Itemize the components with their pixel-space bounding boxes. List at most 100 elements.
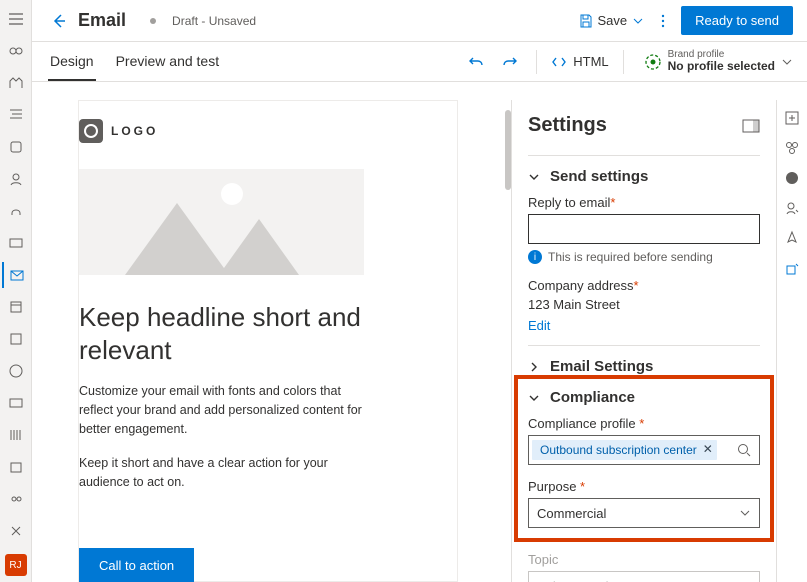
compliance-profile-lookup[interactable]: Outbound subscription center ✕ xyxy=(528,435,760,465)
ready-to-send-button[interactable]: Ready to send xyxy=(681,6,793,35)
personalize-icon[interactable] xyxy=(784,200,800,216)
info-icon: i xyxy=(528,250,542,264)
back-arrow-icon[interactable] xyxy=(50,12,68,30)
navigate-icon[interactable] xyxy=(784,230,800,246)
chevron-down-icon xyxy=(739,507,751,519)
section-header-compliance[interactable]: Compliance xyxy=(528,389,760,406)
tab-design[interactable]: Design xyxy=(48,43,96,81)
right-toolbar xyxy=(776,100,807,582)
settings-panel: Settings Send settings Reply to email* i… xyxy=(512,100,776,582)
html-label: HTML xyxy=(573,54,608,69)
reply-to-label: Reply to email* xyxy=(528,195,760,210)
settings-column: Settings Send settings Reply to email* i… xyxy=(511,100,807,582)
page-header: Email Draft - Unsaved Save Ready to send xyxy=(32,0,807,42)
email-canvas[interactable]: LOGO Keep headline short and relevant Cu… xyxy=(78,100,458,582)
rail-item-11[interactable] xyxy=(2,358,30,384)
rail-item-4[interactable] xyxy=(2,134,30,160)
rail-item-email[interactable] xyxy=(2,262,30,288)
logo-block[interactable]: LOGO xyxy=(79,101,457,143)
save-button[interactable]: Save xyxy=(578,13,646,29)
rail-item-10[interactable] xyxy=(2,326,30,352)
rail-item-2[interactable] xyxy=(2,70,30,96)
send-settings-title: Send settings xyxy=(550,168,648,185)
topic-label: Topic xyxy=(528,552,760,567)
page-title: Email xyxy=(78,10,126,31)
mountain-icon xyxy=(219,219,299,275)
rail-item-14[interactable] xyxy=(2,454,30,480)
elements-icon[interactable] xyxy=(784,140,800,156)
rail-item-1[interactable] xyxy=(2,38,30,64)
compliance-profile-chip: Outbound subscription center ✕ xyxy=(532,440,717,460)
hero-image-placeholder[interactable] xyxy=(79,169,364,275)
mountain-icon xyxy=(125,203,229,275)
panel-toggle-icon[interactable] xyxy=(742,119,760,133)
rail-item-13[interactable] xyxy=(2,422,30,448)
headline-text[interactable]: Keep headline short and relevant xyxy=(79,301,369,366)
topic-select[interactable]: Select a topic xyxy=(528,571,760,582)
status-dot-icon xyxy=(150,18,156,24)
rail-item-15[interactable] xyxy=(2,486,30,512)
status-text: Draft - Unsaved xyxy=(172,14,256,28)
rail-item-16[interactable] xyxy=(2,518,30,544)
body-paragraph-1[interactable]: Customize your email with fonts and colo… xyxy=(79,382,369,438)
body-paragraph-2[interactable]: Keep it short and have a clear action fo… xyxy=(79,454,369,492)
cta-button[interactable]: Call to action xyxy=(79,548,194,582)
rail-item-9[interactable] xyxy=(2,294,30,320)
rail-item-3[interactable] xyxy=(2,102,30,128)
chevron-right-icon xyxy=(528,361,540,373)
hamburger-icon[interactable] xyxy=(2,6,30,32)
search-icon[interactable] xyxy=(729,443,759,457)
purpose-value: Commercial xyxy=(537,506,606,521)
purpose-select[interactable]: Commercial xyxy=(528,498,760,528)
section-send-settings: Send settings Reply to email* i This is … xyxy=(528,155,760,345)
settings-toolbar-icon[interactable] xyxy=(784,260,800,276)
section-compliance-highlighted: Compliance Compliance profile * Outbound… xyxy=(514,375,774,542)
company-address-value: 123 Main Street xyxy=(528,297,760,312)
user-badge[interactable]: RJ xyxy=(5,554,27,576)
purpose-label: Purpose * xyxy=(528,479,760,494)
logo-mark-icon xyxy=(79,119,103,143)
subheader: Design Preview and test HTML Brand profi… xyxy=(32,42,807,82)
save-dropdown-icon[interactable] xyxy=(631,16,645,26)
topic-placeholder: Select a topic xyxy=(537,579,615,582)
save-label: Save xyxy=(598,13,628,28)
section-header-send-settings[interactable]: Send settings xyxy=(528,168,760,185)
rail-item-7[interactable] xyxy=(2,230,30,256)
logo-text: LOGO xyxy=(111,124,158,138)
redo-button[interactable] xyxy=(498,54,522,70)
brand-profile-selector[interactable]: Brand profile No profile selected xyxy=(638,49,793,73)
section-header-email-settings[interactable]: Email Settings xyxy=(528,358,760,375)
separator xyxy=(536,50,537,74)
chevron-down-icon xyxy=(528,392,540,404)
email-settings-title: Email Settings xyxy=(550,358,653,375)
undo-button[interactable] xyxy=(464,54,488,70)
remove-chip-icon[interactable]: ✕ xyxy=(703,442,713,456)
brand-profile-value: No profile selected xyxy=(668,60,775,73)
chevron-down-icon xyxy=(528,171,540,183)
compliance-profile-label: Compliance profile * xyxy=(528,416,760,431)
settings-title: Settings xyxy=(528,114,607,137)
left-nav-rail: RJ xyxy=(0,0,32,582)
add-element-icon[interactable] xyxy=(784,110,800,126)
content-area: LOGO Keep headline short and relevant Cu… xyxy=(32,82,807,582)
rail-item-12[interactable] xyxy=(2,390,30,416)
tabs: Design Preview and test xyxy=(48,43,221,81)
header-actions: Save Ready to send xyxy=(578,6,793,35)
subheader-actions: HTML Brand profile No profile selected xyxy=(464,49,793,73)
separator xyxy=(623,50,624,74)
compliance-title: Compliance xyxy=(550,389,635,406)
tab-preview[interactable]: Preview and test xyxy=(114,43,222,81)
sun-icon xyxy=(221,183,243,205)
more-actions-button[interactable] xyxy=(657,13,669,29)
rail-item-6[interactable] xyxy=(2,198,30,224)
globe-icon[interactable] xyxy=(784,170,800,186)
edit-company-link[interactable]: Edit xyxy=(528,318,550,333)
rail-item-5[interactable] xyxy=(2,166,30,192)
company-address-label: Company address* xyxy=(528,278,760,293)
reply-to-input[interactable] xyxy=(528,214,760,244)
canvas-scrollbar[interactable] xyxy=(505,110,511,190)
required-info: i This is required before sending xyxy=(528,250,760,264)
chevron-down-icon xyxy=(781,56,793,68)
required-message: This is required before sending xyxy=(548,250,713,264)
html-view-button[interactable]: HTML xyxy=(551,54,608,70)
